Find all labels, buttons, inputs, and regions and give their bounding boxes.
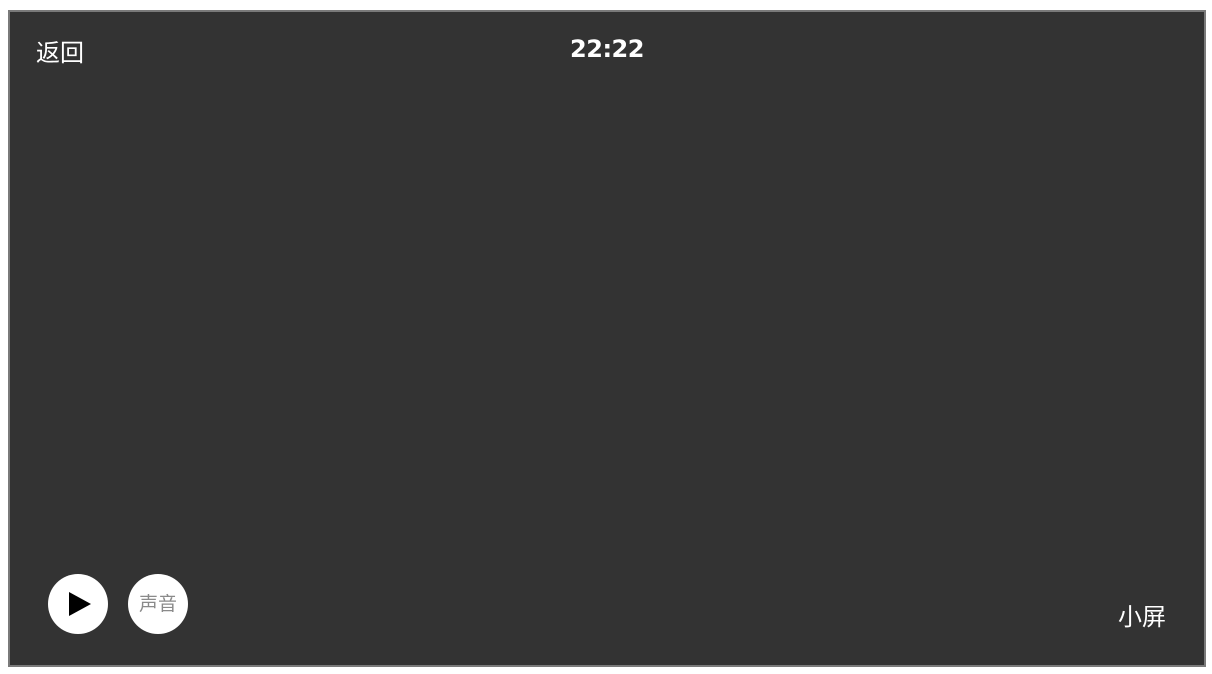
play-icon bbox=[69, 592, 91, 616]
video-player[interactable]: 返回 22:22 声音 小屏 bbox=[8, 10, 1206, 667]
sound-button-label: 声音 bbox=[138, 593, 177, 615]
small-screen-button[interactable]: 小屏 bbox=[1118, 602, 1166, 632]
clock-time: 22:22 bbox=[570, 35, 644, 63]
play-button[interactable] bbox=[48, 574, 108, 634]
sound-button[interactable]: 声音 bbox=[128, 574, 188, 634]
